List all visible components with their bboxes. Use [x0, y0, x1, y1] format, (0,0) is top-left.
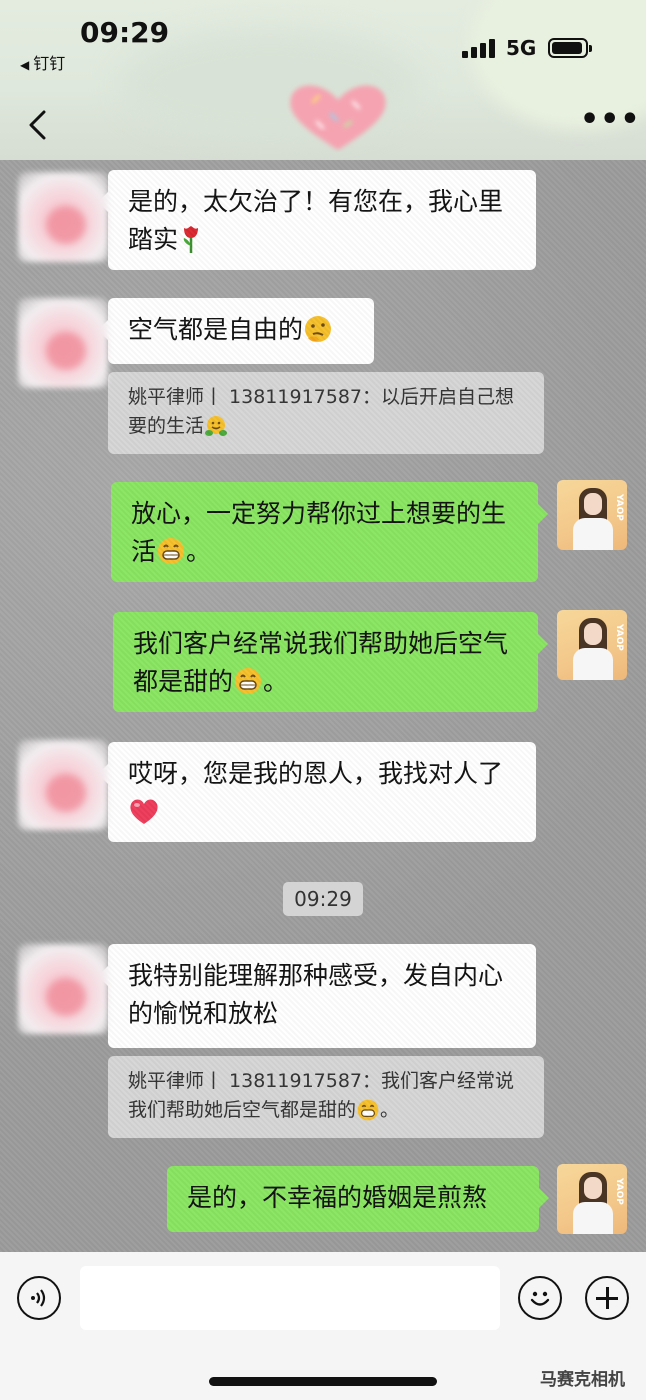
incoming-message[interactable]: 哎呀，您是我的恩人，我找对人了 — [98, 742, 536, 842]
more-functions-button[interactable] — [585, 1276, 629, 1320]
message-text: 我们客户经常说我们帮助她后空气都是甜的 — [133, 629, 509, 696]
grinning-face-emoji-icon — [357, 1099, 379, 1121]
home-indicator[interactable] — [209, 1377, 437, 1386]
quote-text: 姚平律师丨 13811917587：我们客户经常说我们帮助她后空气都是甜的 — [128, 1070, 515, 1121]
message-input[interactable] — [80, 1266, 500, 1330]
incoming-message[interactable]: 我特别能理解那种感受，发自内心的愉悦和放松 — [98, 944, 536, 1048]
network-type: 5G — [506, 36, 537, 60]
quote-text: 姚平律师丨 13811917587：以后开启自己想要的生活 — [128, 386, 515, 437]
message-suffix: 。 — [263, 667, 289, 696]
voice-input-button[interactable] — [17, 1276, 61, 1320]
signal-icon — [462, 38, 496, 58]
contact-avatar-small[interactable] — [18, 298, 108, 388]
heart-icon — [290, 85, 386, 150]
avatar-brand: YAOP — [614, 494, 624, 521]
message-text: 空气都是自由的 — [128, 315, 304, 344]
avatar-brand: YAOP — [614, 1178, 624, 1205]
chat-timestamp: 09:29 — [283, 882, 363, 916]
watermark: 马赛克相机 — [540, 1370, 625, 1390]
grinning-face-emoji-icon — [235, 668, 262, 694]
back-triangle-icon: ◀ — [20, 58, 30, 72]
quoted-reply[interactable]: 姚平律师丨 13811917587：以后开启自己想要的生活 — [108, 372, 544, 454]
contact-avatar-small[interactable] — [18, 740, 108, 830]
battery-icon — [548, 38, 592, 58]
my-avatar[interactable]: YAOP — [557, 1164, 627, 1234]
status-time: 09:29 — [80, 16, 170, 49]
contact-avatar[interactable] — [283, 80, 393, 152]
outgoing-message[interactable]: 是的，不幸福的婚姻是煎熬 — [167, 1166, 549, 1232]
message-text: 是的，不幸福的婚姻是煎熬 — [187, 1183, 488, 1212]
quote-suffix: 。 — [380, 1099, 400, 1121]
more-dots-icon: ••• — [580, 102, 641, 137]
message-suffix: 。 — [186, 537, 212, 566]
rose-emoji-icon — [183, 226, 199, 253]
emoji-button[interactable] — [518, 1276, 562, 1320]
back-to-app-link[interactable]: ◀ 钉钉 — [20, 50, 65, 74]
chat-screen: 09:29 ◀ 钉钉 5G ••• 是的，太欠治了！有您在，我心里踏实 空气都是… — [0, 0, 646, 1400]
message-text: 我特别能理解那种感受，发自内心的愉悦和放松 — [128, 961, 504, 1028]
my-avatar[interactable]: YAOP — [557, 480, 627, 550]
message-list[interactable]: 是的，太欠治了！有您在，我心里踏实 空气都是自由的 姚平律师丨 13811917… — [0, 160, 646, 1252]
avatar-brand: YAOP — [614, 624, 624, 651]
grinning-face-emoji-icon — [158, 538, 185, 564]
smiley-icon — [530, 1291, 550, 1306]
message-text: 哎呀，您是我的恩人，我找对人了 — [128, 759, 504, 788]
input-bar: 马赛克相机 — [0, 1252, 646, 1400]
back-button[interactable] — [22, 106, 62, 146]
incoming-message[interactable]: 是的，太欠治了！有您在，我心里踏实 — [98, 170, 536, 270]
more-options-button[interactable]: ••• — [580, 105, 640, 140]
back-app-label: 钉钉 — [33, 54, 66, 73]
contact-avatar-small[interactable] — [18, 944, 108, 1034]
outgoing-message[interactable]: 放心，一定努力帮你过上想要的生活。 — [111, 482, 548, 582]
hugging-face-emoji-icon — [205, 416, 228, 436]
outgoing-message[interactable]: 我们客户经常说我们帮助她后空气都是甜的。 — [113, 612, 548, 712]
incoming-message[interactable]: 空气都是自由的 — [98, 298, 374, 364]
chevron-left-icon — [29, 110, 46, 140]
voice-icon — [31, 1289, 46, 1307]
quoted-reply[interactable]: 姚平律师丨 13811917587：我们客户经常说我们帮助她后空气都是甜的。 — [108, 1056, 544, 1138]
chat-header: 09:29 ◀ 钉钉 5G ••• — [0, 0, 646, 160]
message-text: 放心，一定努力帮你过上想要的生活 — [131, 499, 507, 566]
thinking-face-emoji-icon — [305, 316, 332, 342]
red-heart-emoji-icon — [130, 799, 158, 824]
my-avatar[interactable]: YAOP — [557, 610, 627, 680]
message-text: 是的，太欠治了！有您在，我心里踏实 — [128, 187, 504, 254]
contact-avatar-small[interactable] — [18, 172, 108, 262]
